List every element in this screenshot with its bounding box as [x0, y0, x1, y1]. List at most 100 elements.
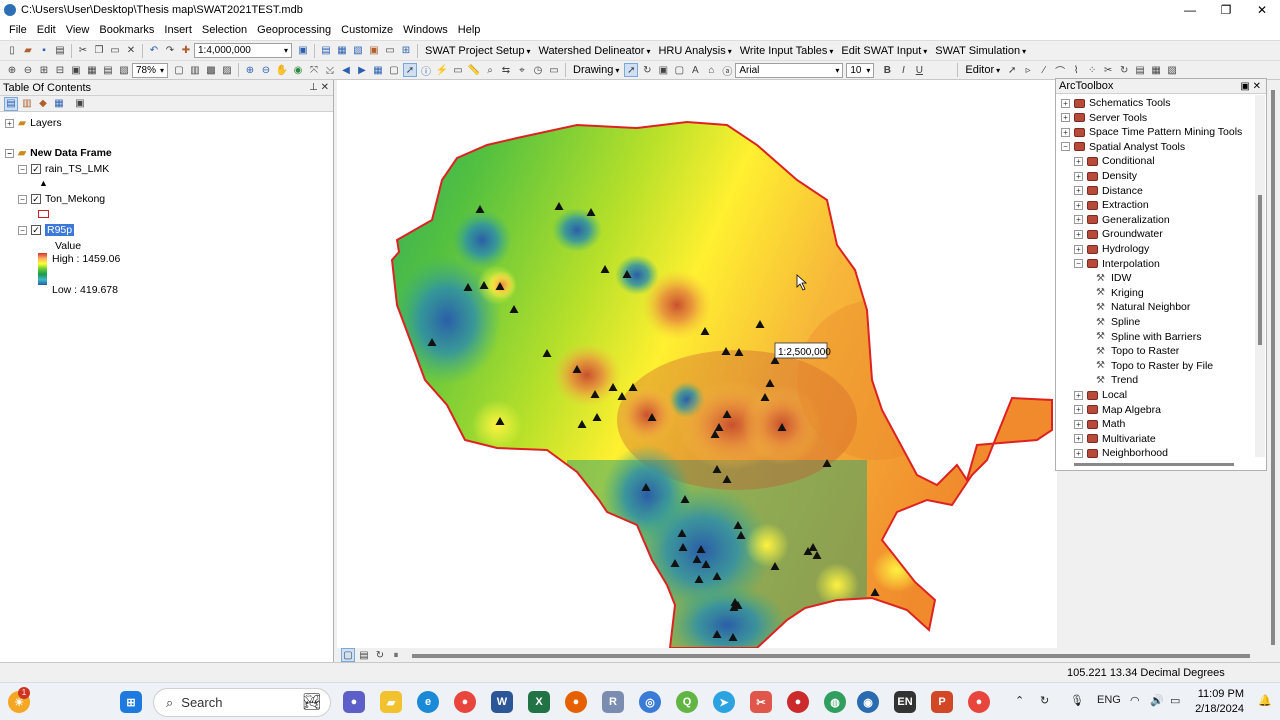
expand-icon[interactable]: +: [1074, 186, 1083, 196]
layout-view-icon[interactable]: ▤: [357, 648, 371, 662]
redo-icon[interactable]: ↷: [163, 44, 177, 58]
expand-icon[interactable]: +: [1074, 244, 1083, 254]
zoom-in-icon[interactable]: ⊕: [243, 63, 257, 77]
toc-layer-r95p[interactable]: − ✓ R95p: [18, 224, 75, 236]
bold-button[interactable]: B: [880, 63, 894, 77]
network-app-icon[interactable]: ◎: [639, 691, 661, 713]
list-by-source-icon[interactable]: ▥: [20, 97, 34, 111]
spatial-analyst-more-2[interactable]: + Math: [1074, 418, 1125, 430]
spatial-analyst-more-1[interactable]: + Map Algebra: [1074, 404, 1161, 416]
drawing-menu[interactable]: Drawing ▾: [569, 64, 623, 76]
print-icon[interactable]: ▤: [53, 44, 67, 58]
toolbox-item-0[interactable]: + Schematics Tools: [1061, 97, 1171, 109]
start-windows-icon[interactable]: ⊞: [120, 691, 142, 713]
interpolation-tool-2[interactable]: ⚒ Natural Neighbor: [1096, 301, 1190, 313]
language-indicator[interactable]: ENG: [1097, 694, 1121, 706]
expand-icon[interactable]: +: [1074, 419, 1083, 429]
spatial-analyst-more-3[interactable]: + Multivariate: [1074, 433, 1156, 445]
expand-icon[interactable]: +: [1074, 390, 1083, 400]
menu-selection[interactable]: Selection: [197, 24, 252, 36]
time-slider-icon[interactable]: ◷: [531, 63, 545, 77]
toolbox-item-1[interactable]: + Server Tools: [1061, 112, 1147, 124]
layout-pan-icon[interactable]: ▦: [85, 63, 99, 77]
expand-icon[interactable]: +: [1074, 215, 1083, 225]
fixed-zoom-out-icon[interactable]: ⤩: [323, 63, 337, 77]
undo-icon[interactable]: ↶: [147, 44, 161, 58]
menu-file[interactable]: File: [4, 24, 32, 36]
swat-simulation-menu[interactable]: SWAT Simulation ▾: [931, 45, 1030, 57]
arctoolbox-icon[interactable]: ▣: [367, 44, 381, 58]
menu-windows[interactable]: Windows: [398, 24, 453, 36]
layer-visibility-checkbox[interactable]: ✓: [31, 164, 41, 174]
expand-icon[interactable]: +: [1074, 171, 1083, 181]
search-window-icon[interactable]: ▧: [351, 44, 365, 58]
interpolation-tool-0[interactable]: ⚒ IDW: [1096, 272, 1131, 284]
pan-hand-icon[interactable]: ✋: [275, 63, 289, 77]
expand-icon[interactable]: +: [1061, 98, 1070, 108]
data-driven-pages-icon[interactable]: ▨: [220, 63, 234, 77]
taskbar-search-box[interactable]: ⌕ Search 🏞: [153, 688, 331, 717]
map-display[interactable]: 1:2,500,000: [337, 80, 1057, 648]
word-icon[interactable]: W: [491, 691, 513, 713]
change-layout-icon[interactable]: ▩: [204, 63, 218, 77]
point-icon[interactable]: ⁘: [1085, 63, 1099, 77]
powerpoint-icon[interactable]: P: [931, 691, 953, 713]
qgis-icon[interactable]: Q: [676, 691, 698, 713]
expand-icon[interactable]: +: [1074, 405, 1083, 415]
language-app-icon[interactable]: EN: [894, 691, 916, 713]
edit-swat-input-menu[interactable]: Edit SWAT Input ▾: [837, 45, 931, 57]
interpolation-tool-3[interactable]: ⚒ Spline: [1096, 316, 1140, 328]
forward-extent-icon[interactable]: ▶: [355, 63, 369, 77]
layout-fixed-in-icon[interactable]: ⊞: [37, 63, 51, 77]
identify-icon[interactable]: ⓘ: [419, 63, 433, 78]
interpolation-tool-6[interactable]: ⚒ Topo to Raster by File: [1096, 360, 1213, 372]
show-hidden-icons-icon[interactable]: ⌃: [1015, 694, 1024, 707]
find-icon[interactable]: ⌕: [483, 63, 497, 77]
pause-drawing-icon[interactable]: ⏸: [389, 648, 403, 662]
spatial-analyst-item-7[interactable]: − Interpolation: [1074, 258, 1160, 270]
menu-geoprocessing[interactable]: Geoprocessing: [252, 24, 336, 36]
collapse-icon[interactable]: −: [18, 194, 27, 204]
edge-icon[interactable]: e: [417, 691, 439, 713]
firefox-icon[interactable]: ●: [565, 691, 587, 713]
toolbox-item-3[interactable]: − Spatial Analyst Tools: [1061, 141, 1185, 153]
toolbox-vertical-scrollbar[interactable]: [1255, 95, 1265, 457]
text-icon[interactable]: A: [688, 63, 702, 77]
layout-full-icon[interactable]: ▣: [69, 63, 83, 77]
chrome-icon[interactable]: ●: [454, 691, 476, 713]
toc-layer-mekong[interactable]: − ✓ Ton_Mekong: [18, 193, 105, 205]
snipping-tool-icon[interactable]: ✂: [750, 691, 772, 713]
editor-menu[interactable]: Editor ▾: [961, 64, 1004, 76]
spatial-analyst-item-3[interactable]: + Extraction: [1074, 199, 1149, 211]
measure-icon[interactable]: 📏: [467, 63, 481, 77]
list-by-drawing-order-icon[interactable]: ▤: [4, 96, 18, 111]
interpolation-tool-4[interactable]: ⚒ Spline with Barriers: [1096, 331, 1201, 343]
battery-icon[interactable]: ▭: [1170, 694, 1180, 707]
font-icon[interactable]: ⓐ: [720, 63, 734, 78]
system-clock[interactable]: 11:09 PM 2/18/2024: [1192, 687, 1244, 717]
list-by-visibility-icon[interactable]: ◆: [36, 97, 50, 111]
toc-pin-close-icon[interactable]: ⊥ ✕: [309, 82, 329, 93]
spatial-analyst-item-0[interactable]: + Conditional: [1074, 155, 1155, 167]
straight-segment-icon[interactable]: ∕: [1037, 63, 1051, 77]
collapse-icon[interactable]: −: [18, 164, 27, 174]
html-popup-icon[interactable]: ▭: [451, 63, 465, 77]
copy-icon[interactable]: ❐: [92, 44, 106, 58]
globe-app-icon[interactable]: ◍: [824, 691, 846, 713]
delete-icon[interactable]: ✕: [124, 44, 138, 58]
toc-layer-rain[interactable]: − ✓ rain_TS_LMK: [18, 163, 109, 175]
zoom-to-elements-icon[interactable]: ▣: [656, 63, 670, 77]
rotate-feature-icon[interactable]: ↻: [1117, 63, 1131, 77]
italic-button[interactable]: I: [896, 63, 910, 77]
expand-icon[interactable]: +: [1074, 434, 1083, 444]
menu-bookmarks[interactable]: Bookmarks: [94, 24, 159, 36]
layout-page-icon[interactable]: ▧: [117, 63, 131, 77]
chrome-profile-icon[interactable]: ●: [968, 691, 990, 713]
minimize-button[interactable]: —: [1172, 0, 1208, 20]
toc-window-icon[interactable]: ▤: [319, 44, 333, 58]
spatial-analyst-item-4[interactable]: + Generalization: [1074, 214, 1170, 226]
notifications-bell-icon[interactable]: 🔔: [1258, 694, 1272, 707]
map-scale-combo[interactable]: 1:4,000,000 ▾: [194, 43, 292, 58]
focus-frame-icon[interactable]: ▥: [188, 63, 202, 77]
menu-edit[interactable]: Edit: [32, 24, 61, 36]
